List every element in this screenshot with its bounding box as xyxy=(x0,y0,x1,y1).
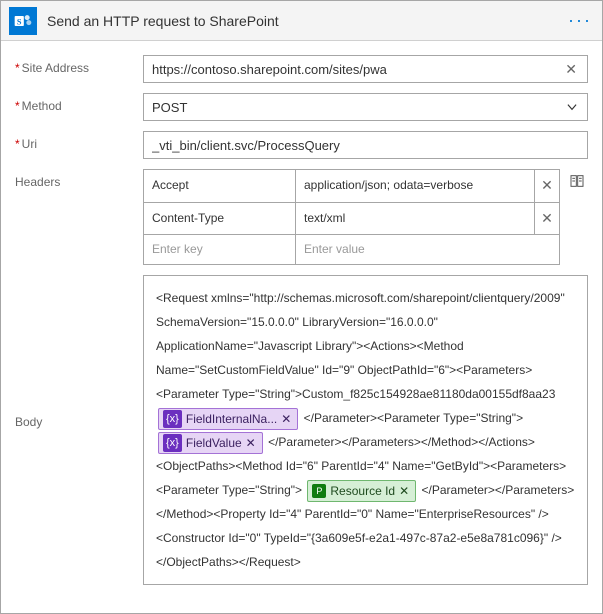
label-body: Body xyxy=(15,275,143,429)
body-text: <Request xmlns="http://schemas.microsoft… xyxy=(156,291,565,401)
header-row: Accept application/json; odata=verbose ✕ xyxy=(144,170,559,203)
method-value: POST xyxy=(152,100,565,115)
site-address-input[interactable]: https://contoso.sharepoint.com/sites/pwa… xyxy=(143,55,588,83)
project-icon: P xyxy=(312,484,326,498)
fx-icon: {x} xyxy=(163,410,182,428)
remove-token-icon[interactable]: ✕ xyxy=(281,410,291,428)
label-site-address: Site Address xyxy=(15,55,143,75)
sharepoint-icon: S xyxy=(9,7,37,35)
clear-icon[interactable]: ✕ xyxy=(563,61,579,78)
card-body: Site Address https://contoso.sharepoint.… xyxy=(1,41,602,613)
remove-header-icon[interactable]: ✕ xyxy=(535,203,559,235)
label-uri: Uri xyxy=(15,131,143,151)
label-headers: Headers xyxy=(15,169,143,189)
row-site-address: Site Address https://contoso.sharepoint.… xyxy=(15,55,588,83)
site-address-value: https://contoso.sharepoint.com/sites/pwa xyxy=(152,62,563,77)
header-key[interactable]: Content-Type xyxy=(144,203,296,235)
token-resource-id[interactable]: P Resource Id ✕ xyxy=(307,480,416,502)
action-card: S Send an HTTP request to SharePoint ···… xyxy=(0,0,603,614)
remove-token-icon[interactable]: ✕ xyxy=(246,434,256,452)
headers-table: Accept application/json; odata=verbose ✕… xyxy=(143,169,560,265)
card-header[interactable]: S Send an HTTP request to SharePoint ··· xyxy=(1,1,602,41)
method-select[interactable]: POST xyxy=(143,93,588,121)
switch-to-text-mode-icon[interactable] xyxy=(566,169,588,192)
token-field-internal-name[interactable]: {x} FieldInternalNa... ✕ xyxy=(158,408,298,430)
body-input[interactable]: <Request xmlns="http://schemas.microsoft… xyxy=(143,275,588,585)
remove-token-icon[interactable]: ✕ xyxy=(399,482,409,500)
header-key[interactable]: Accept xyxy=(144,170,296,202)
header-value-placeholder[interactable]: Enter value xyxy=(296,235,559,264)
label-method: Method xyxy=(15,93,143,113)
uri-value: _vti_bin/client.svc/ProcessQuery xyxy=(152,138,579,153)
header-row-placeholder: Enter key Enter value xyxy=(144,235,559,265)
uri-input[interactable]: _vti_bin/client.svc/ProcessQuery xyxy=(143,131,588,159)
header-value[interactable]: text/xml xyxy=(296,203,535,235)
card-title: Send an HTTP request to SharePoint xyxy=(47,13,566,29)
token-field-value[interactable]: {x} FieldValue ✕ xyxy=(158,432,263,454)
header-key-placeholder[interactable]: Enter key xyxy=(144,235,296,264)
row-uri: Uri _vti_bin/client.svc/ProcessQuery xyxy=(15,131,588,159)
fx-icon: {x} xyxy=(163,434,182,452)
body-text: </Parameter><Parameter Type="String"> xyxy=(304,411,523,425)
svg-text:S: S xyxy=(17,17,22,26)
remove-header-icon[interactable]: ✕ xyxy=(535,170,559,202)
chevron-down-icon[interactable] xyxy=(565,100,579,114)
header-row: Content-Type text/xml ✕ xyxy=(144,203,559,236)
row-headers: Headers Accept application/json; odata=v… xyxy=(15,169,588,265)
row-body: Body <Request xmlns="http://schemas.micr… xyxy=(15,275,588,585)
card-menu-button[interactable]: ··· xyxy=(566,10,594,31)
row-method: Method POST xyxy=(15,93,588,121)
header-value[interactable]: application/json; odata=verbose xyxy=(296,170,535,202)
